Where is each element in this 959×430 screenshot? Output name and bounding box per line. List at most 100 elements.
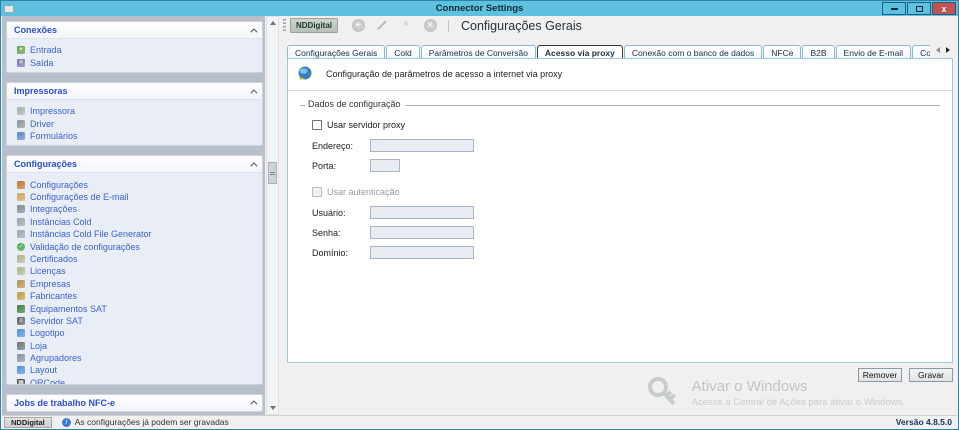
use-proxy-checkbox[interactable] — [312, 120, 322, 130]
certificate-icon — [17, 255, 25, 263]
sidebar-item-servidor-sat[interactable]: ≡ Servidor SAT — [17, 315, 258, 327]
use-auth-checkbox[interactable] — [312, 187, 322, 197]
sidebar-item-certificados[interactable]: Certificados — [17, 253, 258, 265]
sidebar-item-integracoes[interactable]: Integrações — [17, 203, 258, 215]
minimize-button[interactable] — [882, 2, 906, 15]
sidebar-item-configuracoes[interactable]: Configurações — [17, 178, 258, 190]
printer-driver-icon — [17, 120, 25, 128]
sidebar-item-equipamentos-sat[interactable]: Equipamentos SAT — [17, 302, 258, 314]
save-button[interactable]: Gravar — [909, 368, 953, 382]
sidebar-item-configuracoes-de-e-mail[interactable]: Configurações de E-mail — [17, 191, 258, 203]
sidebar-item-qrcode[interactable]: ▦QRCode — [17, 377, 258, 385]
collapse-chevron-icon[interactable] — [250, 162, 257, 169]
tab-conexao-com-o-banco-de-dados[interactable]: Conexão com o banco de dados — [624, 45, 762, 58]
sidebar-section-header-jobs-de-trabalho-nfc-e[interactable]: Jobs de trabalho NFC-e — [7, 395, 262, 412]
sidebar-item-fabricantes[interactable]: Fabricantes — [17, 290, 258, 302]
scroll-up-icon[interactable] — [267, 17, 278, 29]
collapse-chevron-icon[interactable] — [250, 401, 257, 408]
sidebar-item-loja[interactable]: Loja — [17, 339, 258, 351]
section-title: Configurações — [14, 159, 77, 169]
groupbox-title: Dados de configuração — [305, 99, 405, 109]
output-connector-icon: ✳ — [17, 59, 25, 67]
endereco-field[interactable] — [370, 139, 474, 152]
sidebar-item-empresas[interactable]: Empresas — [17, 278, 258, 290]
scrollbar-thumb[interactable] — [268, 162, 277, 184]
sidebar-section-conexoes: Conexões ✳Entrada✳Saída — [6, 21, 263, 73]
sidebar-item-impressora[interactable]: Impressora — [17, 105, 258, 117]
sidebar-item-label: Equipamentos SAT — [30, 304, 107, 314]
groupers-icon — [17, 354, 25, 362]
page-title: Configurações Gerais — [461, 19, 582, 33]
sidebar-item-licencas[interactable]: Licenças — [17, 265, 258, 277]
sidebar-item-validacao-de-configuracoes[interactable]: ✓ Validação de configurações — [17, 240, 258, 252]
sidebar-section-header-configuracoes[interactable]: Configurações — [7, 156, 262, 173]
nddigital-logo[interactable]: NDDigital — [290, 18, 338, 33]
tab-cold[interactable]: Cold — [386, 45, 419, 58]
sidebar-item-formularios[interactable]: Formulários — [17, 130, 258, 142]
sidebar-item-agrupadores[interactable]: Agrupadores — [17, 352, 258, 364]
status-bar: NDDigital i As configurações já podem se… — [2, 415, 957, 428]
window-title: Connector Settings — [1, 3, 958, 14]
sidebar-item-label: Servidor SAT — [30, 316, 83, 326]
use-auth-label: Usar autenticação — [327, 187, 400, 197]
tab-parametros-de-conversao[interactable]: Parâmetros de Conversão — [421, 45, 536, 58]
sidebar-item-label: Impressora — [30, 106, 75, 116]
sat-equipment-icon — [17, 305, 25, 313]
senha-field[interactable] — [370, 226, 474, 239]
sidebar-item-logotipo[interactable]: Logotipo — [17, 327, 258, 339]
scroll-down-icon[interactable] — [267, 402, 278, 414]
sidebar-section-header-impressoras[interactable]: Impressoras — [7, 83, 262, 100]
tab-content: Configuração de parâmetros de acesso a i… — [287, 58, 953, 363]
delete-icon[interactable]: × — [423, 19, 437, 33]
porta-label: Porta: — [312, 161, 370, 171]
tab-b2b[interactable]: B2B — [802, 45, 834, 58]
sidebar-item-label: Validação de configurações — [30, 242, 140, 252]
sidebar-scrollbar[interactable] — [266, 16, 279, 415]
section-title: Impressoras — [14, 86, 68, 96]
restore-button[interactable] — [907, 2, 931, 15]
collapse-chevron-icon[interactable] — [250, 89, 257, 96]
restore-icon — [916, 6, 923, 12]
manufacturers-icon — [17, 292, 25, 300]
title-bar[interactable]: Connector Settings x — [1, 1, 958, 16]
sidebar-item-driver[interactable]: Driver — [17, 118, 258, 130]
usuario-field[interactable] — [370, 206, 474, 219]
use-proxy-label: Usar servidor proxy — [327, 120, 405, 130]
store-icon — [17, 342, 25, 350]
usuario-label: Usuário: — [312, 208, 370, 218]
tab-configuracoes-gerais[interactable]: Configurações Gerais — [287, 45, 385, 58]
sidebar-item-layout[interactable]: Layout — [17, 364, 258, 376]
sidebar-item-saida[interactable]: ✳Saída — [17, 56, 258, 68]
sidebar-item-label: Configurações — [30, 180, 88, 190]
sidebar-item-instancias-cold[interactable]: Instâncias Cold — [17, 216, 258, 228]
status-nddigital-tab[interactable]: NDDigital — [4, 417, 52, 428]
add-icon[interactable]: + — [351, 19, 365, 33]
toolbar-grip[interactable] — [283, 19, 286, 32]
sidebar-item-label: Logotipo — [30, 328, 65, 338]
sidebar-item-entrada[interactable]: ✳Entrada — [17, 44, 258, 56]
sidebar-section-header-conexoes[interactable]: Conexões — [7, 22, 262, 39]
tab-scroll-left-icon[interactable] — [933, 44, 943, 56]
tab-scroll-right-icon[interactable] — [943, 44, 953, 56]
validation-check-icon: ✓ — [17, 243, 25, 251]
endereco-label: Endereço: — [312, 141, 370, 151]
input-connector-icon: ✳ — [17, 46, 25, 54]
close-button[interactable]: x — [932, 2, 956, 15]
tab-acesso-via-proxy[interactable]: Acesso via proxy — [537, 45, 623, 58]
dominio-field[interactable] — [370, 246, 474, 259]
printer-icon — [17, 107, 25, 115]
sidebar-item-label: Fabricantes — [30, 291, 77, 301]
minimize-icon — [891, 8, 898, 10]
dominio-label: Domínio: — [312, 248, 370, 258]
sidebar-item-instancias-cold-file-generator[interactable]: Instâncias Cold File Generator — [17, 228, 258, 240]
tab-nfce[interactable]: NFCe — [763, 45, 801, 58]
tab-envio-de-e-mail[interactable]: Envio de E-mail — [836, 45, 912, 58]
gear-icon[interactable]: * — [399, 19, 413, 33]
collapse-chevron-icon[interactable] — [250, 28, 257, 35]
companies-icon — [17, 280, 25, 288]
porta-field[interactable] — [370, 159, 400, 172]
sidebar-item-label: Driver — [30, 119, 54, 129]
sat-server-icon: ≡ — [17, 317, 25, 325]
edit-icon[interactable] — [375, 19, 389, 33]
form-icon — [17, 132, 25, 140]
